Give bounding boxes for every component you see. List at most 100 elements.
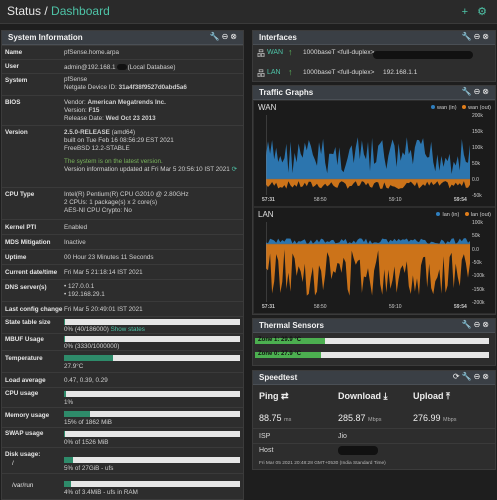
value-dns: • 127.0.0.1 • 192.168.29.1: [64, 283, 105, 298]
traffic-graphs-panel: Traffic Graphs 🔧⊖⊗ WAN wan (in) wan (out…: [252, 85, 496, 315]
panel-title: Thermal Sensors: [259, 321, 324, 330]
label-disk: Disk usage:: [5, 451, 41, 458]
label-user: User: [5, 63, 20, 70]
collapse-icon[interactable]: ⊖: [222, 32, 231, 41]
divider: [253, 428, 495, 429]
close-icon[interactable]: ⊗: [230, 32, 239, 41]
status-up-icon: ↑: [288, 67, 293, 77]
close-icon[interactable]: ⊗: [482, 87, 491, 96]
refresh-icon[interactable]: ⟳: [453, 372, 462, 381]
close-icon[interactable]: ⊗: [482, 32, 491, 41]
row-mbuf: MBUF Usage 0% (3330/1000000): [2, 333, 243, 350]
y-tick-label: -100k: [472, 273, 485, 280]
legend-dot-out: [464, 212, 469, 216]
label-uptime: Uptime: [5, 254, 27, 261]
label-load: Load average: [5, 377, 46, 384]
y-tick-label: 50k: [472, 161, 481, 167]
interface-name[interactable]: LAN: [267, 69, 281, 76]
wrench-icon[interactable]: 🔧: [462, 372, 474, 381]
value-temperature: 27.9°C: [64, 363, 84, 370]
x-tick-label: 59:54: [454, 197, 467, 203]
cpu-usage-bar: [64, 391, 240, 397]
state-table-count: 0% (40/186000): [64, 326, 109, 333]
wrench-icon[interactable]: 🔧: [210, 32, 222, 41]
zone0-bar: Zone 0: 27.9 °C: [255, 351, 489, 358]
mbuf-bar: [64, 336, 240, 342]
label-dns: DNS server(s): [5, 284, 47, 291]
row-datetime: Current date/time Fri Mar 5 21:18:14 IST…: [2, 264, 243, 279]
row-load: Load average 0.47, 0.39, 0.29: [2, 372, 243, 387]
label-cpu-usage: CPU usage: [5, 390, 39, 397]
y-tick-label: 0.0: [472, 177, 479, 183]
collapse-icon[interactable]: ⊖: [474, 372, 483, 381]
panel-controls: 🔧⊖⊗: [462, 320, 491, 329]
close-icon[interactable]: ⊗: [482, 372, 491, 381]
network-icon: 品: [257, 49, 265, 58]
wan-plot: [266, 115, 470, 195]
user-address: admin@192.168.1: [64, 64, 116, 71]
y-tick-label: -50k: [472, 260, 482, 266]
value-version: 2.5.0-RELEASE (amd64) built on Tue Feb 1…: [64, 129, 237, 174]
version-freebsd: FreeBSD 12.2-STABLE: [64, 145, 130, 152]
disk-root-bar: [64, 457, 240, 463]
row-mds: MDS Mitigation Inactive: [2, 234, 243, 249]
graph-title: WAN: [258, 103, 277, 112]
y-tick-label: -150k: [472, 286, 485, 293]
wrench-icon[interactable]: 🔧: [462, 32, 474, 41]
label-kernel-pti: Kernel PTI: [5, 224, 37, 231]
panel-controls: 🔧⊖⊗: [210, 32, 239, 41]
interface-name[interactable]: WAN: [267, 49, 283, 56]
upload-value: 276.99: [413, 413, 441, 423]
system-product: pfSense: [64, 76, 88, 83]
bios-vendor: American Megatrends Inc.: [87, 99, 166, 106]
row-last-config: Last config change Fri Mar 5 20:49:01 IS…: [2, 301, 243, 316]
row-state-table: State table size 0% (40/186000) Show sta…: [2, 316, 243, 333]
show-states-link[interactable]: Show states: [111, 326, 145, 333]
collapse-icon[interactable]: ⊖: [474, 87, 483, 96]
lan-plot: [266, 222, 470, 302]
row-disk-root: Disk usage: / 5% of 27GiB - ufs: [2, 447, 243, 473]
close-icon[interactable]: ⊗: [482, 320, 491, 329]
row-cpu-type: CPU Type Intel(R) Pentium(R) CPU G2010 @…: [2, 187, 243, 219]
interface-ip: 192.168.1.1: [383, 69, 418, 76]
legend-dot-in: [436, 212, 441, 216]
y-tick-label: 200k: [472, 113, 483, 119]
version-arch: (amd64): [109, 129, 136, 136]
state-table-bar: [64, 319, 240, 325]
status-up-icon: ↑: [288, 47, 293, 57]
lan-graph: LAN lan (in) lan (out) 100k 50k 0.0 -50k -10…: [254, 208, 495, 313]
x-tick-label: 57:31: [262, 197, 275, 203]
collapse-icon[interactable]: ⊖: [474, 32, 483, 41]
panel-title: System Information: [8, 33, 83, 42]
legend-out[interactable]: wan (out): [468, 105, 491, 111]
value-uptime: 00 Hour 23 Minutes 11 Seconds: [64, 254, 154, 261]
label-mbuf: MBUF Usage: [5, 336, 44, 343]
collapse-icon[interactable]: ⊖: [474, 320, 483, 329]
download-value: 285.87: [338, 413, 366, 423]
wrench-icon[interactable]: 🔧: [462, 320, 474, 329]
label-disk-root: /: [12, 460, 14, 467]
interfaces-panel: Interfaces 🔧⊖⊗ 品 WAN ↑ 1000baseT <full-d…: [252, 30, 496, 82]
panel-controls: 🔧⊖⊗: [462, 87, 491, 96]
panel-title: Traffic Graphs: [259, 88, 314, 97]
label-system: System: [5, 77, 28, 84]
graph-legend: wan (in) wan (out): [430, 105, 491, 111]
refresh-icon[interactable]: ⟳: [232, 166, 237, 173]
wrench-icon[interactable]: 🔧: [462, 87, 474, 96]
x-tick-label: 59:10: [389, 197, 402, 203]
add-widget-icon[interactable]: +: [462, 6, 471, 18]
row-swap: SWAP usage 0% of 1526 MiB: [2, 427, 243, 447]
graph-legend: lan (in) lan (out): [436, 212, 491, 218]
breadcrumb-dashboard[interactable]: Dashboard: [51, 4, 110, 18]
settings-icon[interactable]: ⚙: [477, 6, 490, 18]
mbuf-fill: [64, 336, 65, 342]
disk-varrun-bar: [64, 481, 240, 487]
title-status: Status /: [7, 4, 48, 18]
legend-in[interactable]: lan (in): [442, 212, 459, 218]
cpu-cores: 2 CPUs: 1 package(s) x 2 core(s): [64, 199, 158, 206]
host-label: Host: [259, 447, 274, 454]
bios-vendor-label: Vendor:: [64, 99, 88, 106]
legend-in[interactable]: wan (in): [437, 105, 457, 111]
legend-out[interactable]: lan (out): [471, 212, 491, 218]
version-built: built on Tue Feb 16 08:56:29 EST 2021: [64, 137, 174, 144]
